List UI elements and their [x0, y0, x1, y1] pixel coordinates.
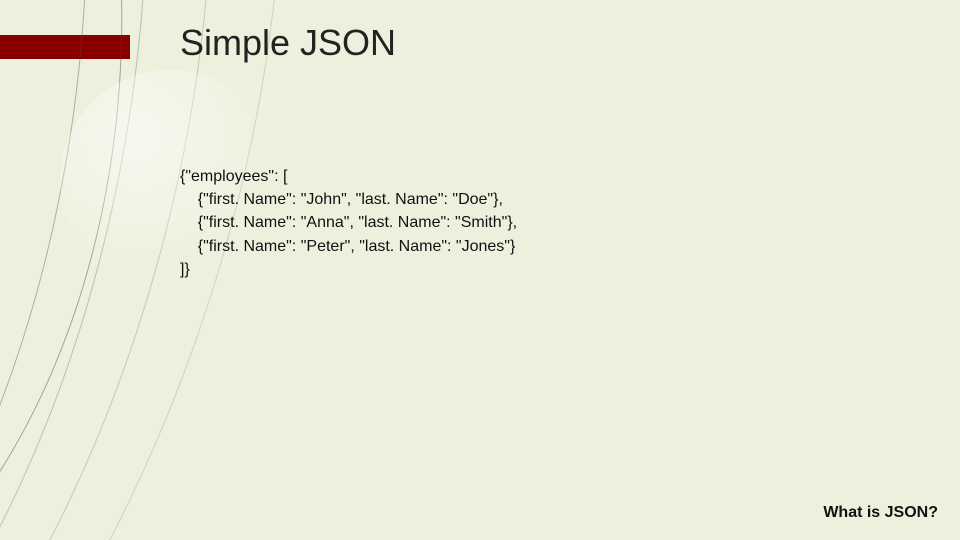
slide-title: Simple JSON: [180, 22, 396, 64]
footer-text: What is JSON?: [823, 504, 938, 522]
slide: Simple JSON {"employees": [ {"first. Nam…: [0, 0, 960, 540]
code-block: {"employees": [ {"first. Name": "John", …: [180, 165, 517, 281]
